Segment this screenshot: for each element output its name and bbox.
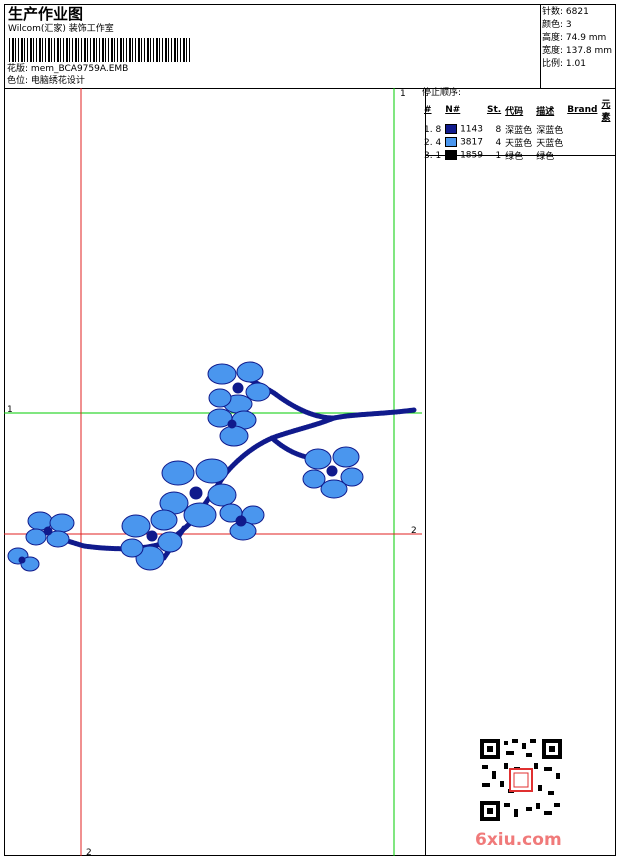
row-stitches: 1 (495, 150, 502, 161)
row-index: 3. 1 (424, 150, 442, 161)
color-swatch (445, 124, 458, 135)
canvas-divider (425, 88, 426, 855)
color-row-1: 1. 8 1143 8 深蓝色 深蓝色 (422, 123, 612, 136)
green-v-label: 1 (400, 89, 406, 99)
red-h-label: 2 (411, 526, 417, 536)
color-row-3: 3. 1 1859 1 绿色 绿色 (422, 149, 612, 162)
qr-code (478, 737, 564, 823)
row-index: 2. 4 (424, 137, 442, 148)
design-scale: 比例: 1.01 (542, 59, 586, 69)
color-table: # N# St. 代码 描述 Brand 元素 1. 8 1143 8 深蓝色 深蓝色… (422, 97, 612, 162)
col-stitches: St. (486, 105, 502, 115)
row-stitches: 4 (495, 137, 502, 148)
row-desc: 深蓝色 (505, 126, 533, 136)
design-file: mem_BCA9759A.EMB (30, 64, 129, 74)
stats-divider (540, 5, 541, 88)
row-brand: 绿色 (536, 152, 555, 162)
flower-group (7, 361, 364, 572)
row-element (565, 136, 599, 149)
row-index: 1. 8 (424, 124, 442, 135)
col-desc: 描述 (536, 106, 555, 117)
row-code: 1143 (443, 123, 485, 136)
watermark: 6xiu.com (475, 830, 562, 850)
green-h-label: 1 (7, 405, 13, 415)
red-v-label: 2 (86, 848, 92, 856)
design-file-row: 花版: mem_BCA9759A.EMB (7, 64, 543, 75)
row-element (565, 123, 599, 136)
barcode (9, 38, 191, 62)
col-element: 元素 (601, 100, 611, 123)
page-title: 生产作业图 (8, 5, 84, 23)
design-label: 花版: (7, 64, 29, 74)
row-stitches: 8 (495, 124, 502, 135)
design-canvas: 1 1 2 2 (4, 88, 422, 856)
col-number: N# (445, 105, 461, 115)
design-width: 宽度: 137.8 mm (542, 46, 613, 56)
color-swatch (445, 137, 458, 148)
color-label: 色位: (7, 76, 29, 86)
color-row: 色位: 电脑绣花设计 (7, 76, 543, 87)
row-element (565, 149, 599, 162)
row-desc: 天蓝色 (505, 139, 533, 149)
row-code: 3817 (443, 136, 485, 149)
row-code: 1859 (443, 149, 485, 162)
color-swatch (445, 150, 458, 161)
col-brand: Brand (567, 105, 598, 115)
color-row-2: 2. 4 3817 4 天蓝色 天蓝色 (422, 136, 612, 149)
row-brand: 深蓝色 (536, 126, 564, 136)
stats-panel: 针数: 6821 颜色: 3 高度: 74.9 mm 宽度: 137.8 mm … (542, 6, 612, 71)
design-height: 高度: 74.9 mm (542, 33, 607, 43)
row-desc: 绿色 (505, 152, 524, 162)
subtitle: Wilcom(汇家) 装饰工作室 (8, 24, 114, 34)
color-count: 颜色: 3 (542, 20, 572, 30)
embroidery-preview: 1 1 2 2 (4, 88, 422, 856)
row-brand: 天蓝色 (536, 139, 564, 149)
color-value: 电脑绣花设计 (30, 76, 85, 86)
stitch-count: 针数: 6821 (542, 7, 589, 17)
col-code: 代码 (505, 106, 524, 117)
col-index: # (424, 105, 432, 115)
